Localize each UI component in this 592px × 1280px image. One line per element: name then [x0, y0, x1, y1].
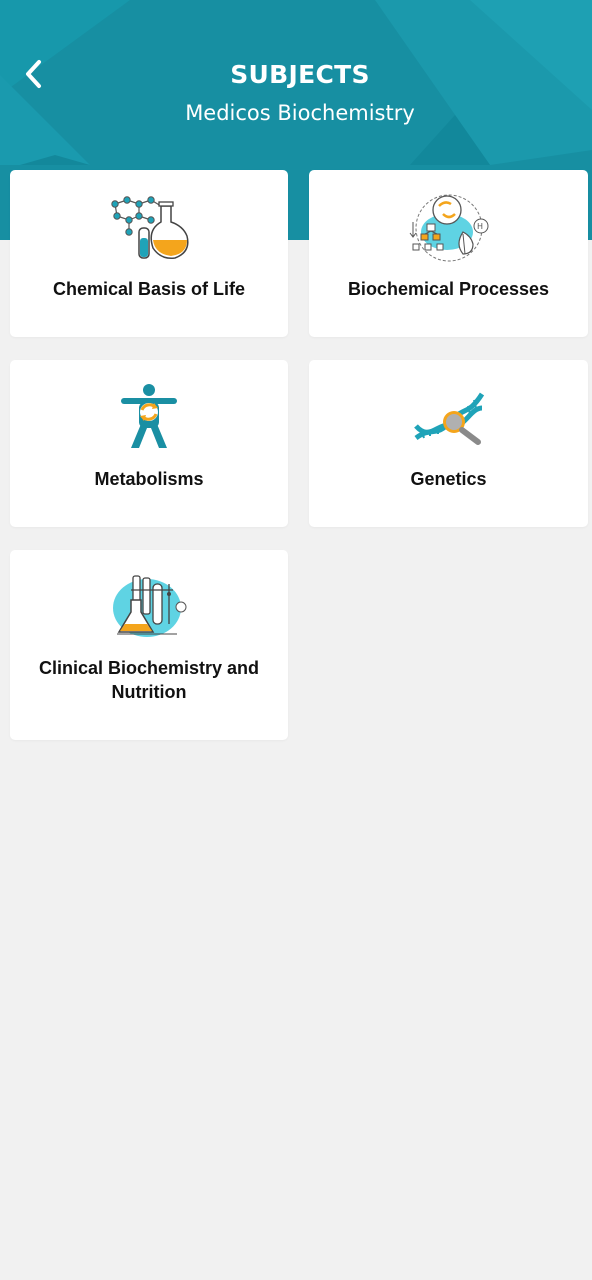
- svg-text:H: H: [477, 222, 483, 231]
- molecule-flask-icon: [111, 196, 189, 260]
- biochemical-process-icon: H: [409, 194, 488, 262]
- lab-glassware-icon: [113, 575, 187, 637]
- page-title: SUBJECTS: [230, 60, 370, 89]
- subject-label: Chemical Basis of Life: [52, 279, 246, 299]
- subject-label: Metabolisms: [94, 469, 204, 489]
- subjects-screen: SUBJECTS Medicos Biochemistry Chemical B…: [0, 0, 592, 1280]
- subject-card-chemical-basis-of-life[interactable]: Chemical Basis of Life: [10, 170, 288, 337]
- subject-card-metabolisms[interactable]: Metabolisms: [10, 360, 288, 527]
- human-metabolism-icon: [121, 384, 177, 448]
- subject-label: Clinical Biochemistry and Nutrition: [38, 658, 260, 702]
- page-subtitle: Medicos Biochemistry: [185, 101, 415, 125]
- subject-card-clinical-biochemistry-and-nutrition[interactable]: Clinical Biochemistry and Nutrition: [10, 550, 288, 740]
- subject-label: Biochemical Processes: [347, 279, 550, 299]
- dna-magnifier-icon: [413, 392, 484, 445]
- subject-label: Genetics: [410, 469, 487, 489]
- subject-card-genetics[interactable]: Genetics: [309, 360, 588, 527]
- subject-card-biochemical-processes[interactable]: H Biochemical Processes: [309, 170, 588, 337]
